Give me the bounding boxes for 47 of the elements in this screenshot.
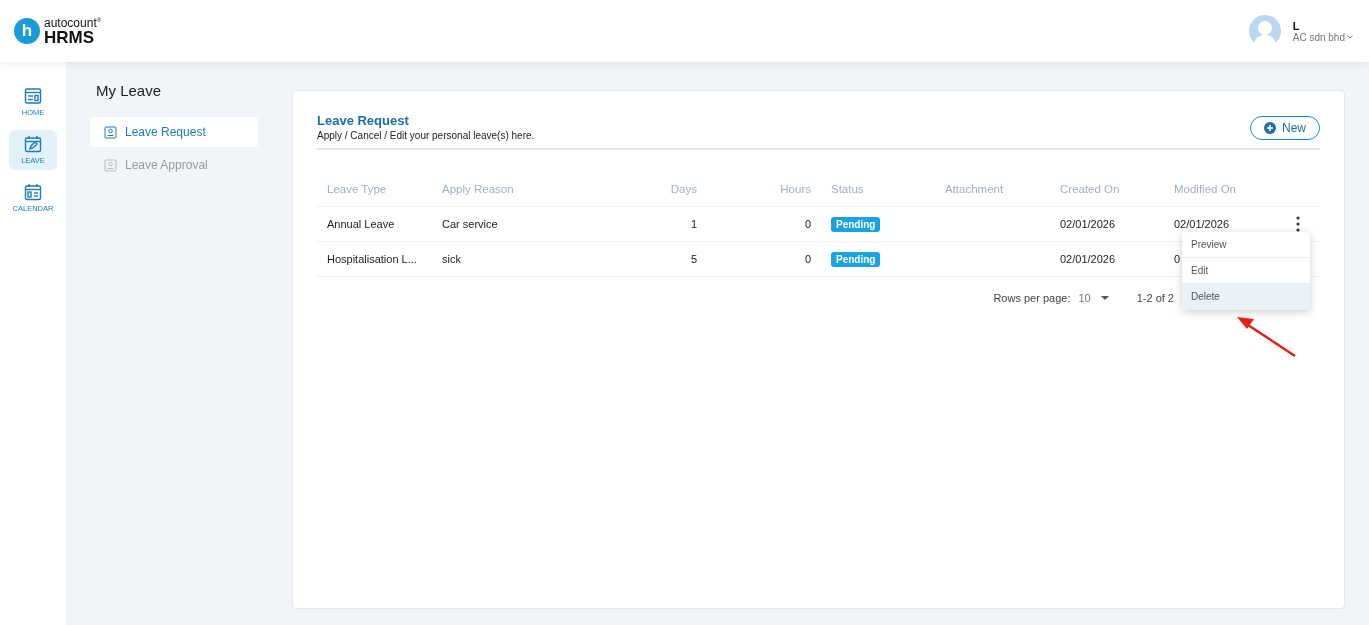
rows-per-page-label: Rows per page: <box>993 292 1071 304</box>
user-name: L <box>1292 19 1301 32</box>
plus-circle-icon <box>1264 122 1276 134</box>
column-header: Days <box>670 183 697 195</box>
table-cell: 0 <box>1174 253 1181 265</box>
menu-item[interactable]: Preview <box>1182 232 1310 258</box>
calendar-pen-icon <box>24 135 42 153</box>
logo-mark: h <box>14 18 40 44</box>
table-cell: 0 <box>804 253 811 265</box>
dashboard-icon <box>24 87 42 105</box>
status-badge: Pending <box>831 217 881 232</box>
column-header: Attachment <box>945 183 1004 195</box>
document-icon <box>104 158 117 172</box>
table-cell: sick <box>442 253 461 265</box>
logo-brand: autocount$^{®}$ <box>44 16 102 29</box>
table-cell: 02/01/2026 <box>1060 253 1116 265</box>
table-cell: Car service <box>442 218 498 230</box>
card-title: Leave Request <box>317 113 410 128</box>
table-cell: Hospitalisation L... <box>327 253 417 265</box>
table-cell: 1 <box>690 218 697 230</box>
table-cell: Annual Leave <box>327 218 395 230</box>
menu-item[interactable]: Delete <box>1182 284 1310 310</box>
table-cell: 02/01/2026 <box>1174 218 1230 230</box>
calendar-icon <box>24 183 42 201</box>
rows-per-page-select[interactable]: 10 <box>1078 292 1109 304</box>
table-cell: 0 <box>804 218 811 230</box>
logo-product: HRMS <box>44 28 96 46</box>
card-subtitle: Apply / Cancel / Edit your personal leave(s) here. <box>317 130 535 141</box>
company-name[interactable]: AC sdn bhd <box>1292 31 1345 43</box>
subnav-item[interactable]: Leave Request <box>90 117 258 147</box>
chevron-down-icon[interactable] <box>1347 35 1353 39</box>
column-header: Leave Type <box>327 183 387 195</box>
more-icon[interactable] <box>1296 216 1300 232</box>
column-header: Modified On <box>1174 183 1236 195</box>
column-header: Apply Reason <box>442 183 514 195</box>
page-title: My Leave <box>96 82 163 99</box>
new-button[interactable]: New <box>1250 116 1320 140</box>
page-range: 1-2 of 2 <box>1136 292 1174 304</box>
table-cell: 02/01/2026 <box>1060 218 1116 230</box>
subnav-item[interactable]: Leave Approval <box>90 150 258 180</box>
column-header: Created On <box>1060 183 1120 195</box>
caret-icon <box>1100 296 1109 300</box>
column-header: Hours <box>780 183 811 195</box>
table-cell: 5 <box>690 253 697 265</box>
column-header: Status <box>831 183 864 195</box>
status-badge: Pending <box>831 252 881 267</box>
document-icon <box>104 125 117 139</box>
